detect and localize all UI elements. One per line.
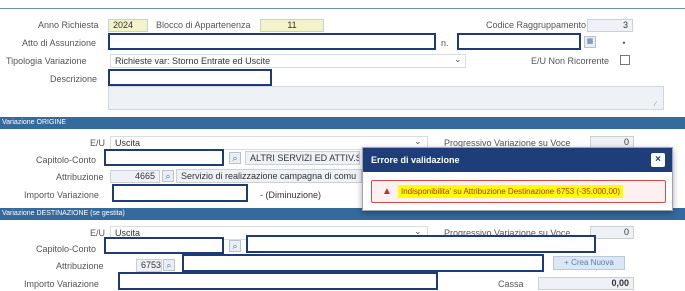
origine-importo-input[interactable] [112, 184, 248, 202]
crea-nuova-button[interactable]: + Crea Nuova [553, 256, 625, 270]
error-message: Indisponibilita' su Attribuzione Destina… [398, 185, 623, 198]
search-icon[interactable]: ⌕ [229, 240, 241, 252]
dest-capitolo-input[interactable] [104, 237, 224, 254]
blocco-label: Blocco di Appartenenza [156, 20, 251, 30]
anno-field: 2024 [108, 19, 148, 32]
origine-attribuzione-code: 4665 [110, 170, 160, 183]
top-border [0, 8, 685, 9]
dest-attribuzione-label: Attribuzione [56, 261, 104, 271]
dest-importo-label: Importo Variazione [24, 279, 99, 289]
search-icon[interactable]: ⌕ [163, 259, 175, 271]
atto-number-input[interactable] [457, 33, 581, 50]
close-icon[interactable]: × [651, 153, 665, 167]
descrizione-input[interactable] [108, 69, 272, 86]
calendar-icon[interactable]: ▦ [584, 36, 596, 48]
chevron-down-icon [414, 137, 422, 145]
dest-capitolo-label: Capitolo-Conto [36, 244, 97, 254]
eu-non-ricorrente-label: E/U Non Ricorrente [531, 56, 610, 66]
eu-non-ricorrente-checkbox[interactable] [620, 55, 630, 65]
descrizione-label: Descrizione [50, 74, 98, 84]
more-icon[interactable]: • [618, 38, 630, 50]
tipologia-select[interactable]: Richieste var: Storno Entrate ed Uscite [110, 54, 466, 68]
origine-capitolo-label: Capitolo-Conto [36, 155, 97, 165]
origine-diminuzione: - (Diminuzione) [260, 190, 322, 200]
origine-attribuzione-desc: Servizio di realizzazione campagna di co… [176, 169, 362, 183]
validation-error-dialog: Errore di validazione × ▲ Indisponibilit… [362, 147, 673, 211]
dialog-title: Errore di validazione [363, 148, 672, 172]
chevron-down-icon [454, 55, 462, 63]
cassa-label: Cassa [498, 279, 524, 289]
origine-importo-label: Importo Variazione [24, 190, 99, 200]
tipologia-label: Tipologia Variazione [6, 56, 87, 66]
origine-capitolo-desc: ALTRI SERVIZI ED ATTIV.STI [245, 151, 360, 165]
origine-capitolo-input[interactable] [104, 149, 224, 166]
origine-eu-label: E/U [90, 138, 106, 148]
descrizione-textarea[interactable] [108, 86, 664, 110]
resize-handle-icon[interactable]: ∕ [655, 101, 656, 108]
codice-field: 3 [587, 19, 633, 32]
cassa-field: 0,00 [538, 277, 634, 290]
blocco-field: 11 [260, 19, 324, 32]
origine-attribuzione-label: Attribuzione [56, 172, 104, 182]
dest-attribuzione-desc-input[interactable] [182, 254, 544, 272]
dest-capitolo-desc-input[interactable] [246, 235, 596, 253]
dest-importo-input[interactable] [118, 272, 438, 290]
atto-label: Atto di Assunzione [22, 38, 97, 48]
atto-input[interactable] [108, 33, 436, 50]
chevron-down-icon [414, 227, 422, 235]
dest-eu-label: E/U [90, 228, 106, 238]
codice-label: Codice Raggruppamento [486, 20, 587, 30]
warning-icon: ▲ [382, 186, 392, 197]
search-icon[interactable]: ⌕ [162, 170, 174, 182]
anno-label: Anno Richiesta [38, 20, 99, 30]
n-label: n. [441, 38, 449, 48]
error-message-box: ▲ Indisponibilita' su Attribuzione Desti… [371, 180, 666, 203]
dest-progressivo-field: 0 [590, 226, 634, 239]
section-origine: Variazione ORIGINE [0, 117, 685, 129]
dest-attribuzione-code: 6753 [136, 259, 162, 272]
search-icon[interactable]: ⌕ [229, 152, 241, 164]
